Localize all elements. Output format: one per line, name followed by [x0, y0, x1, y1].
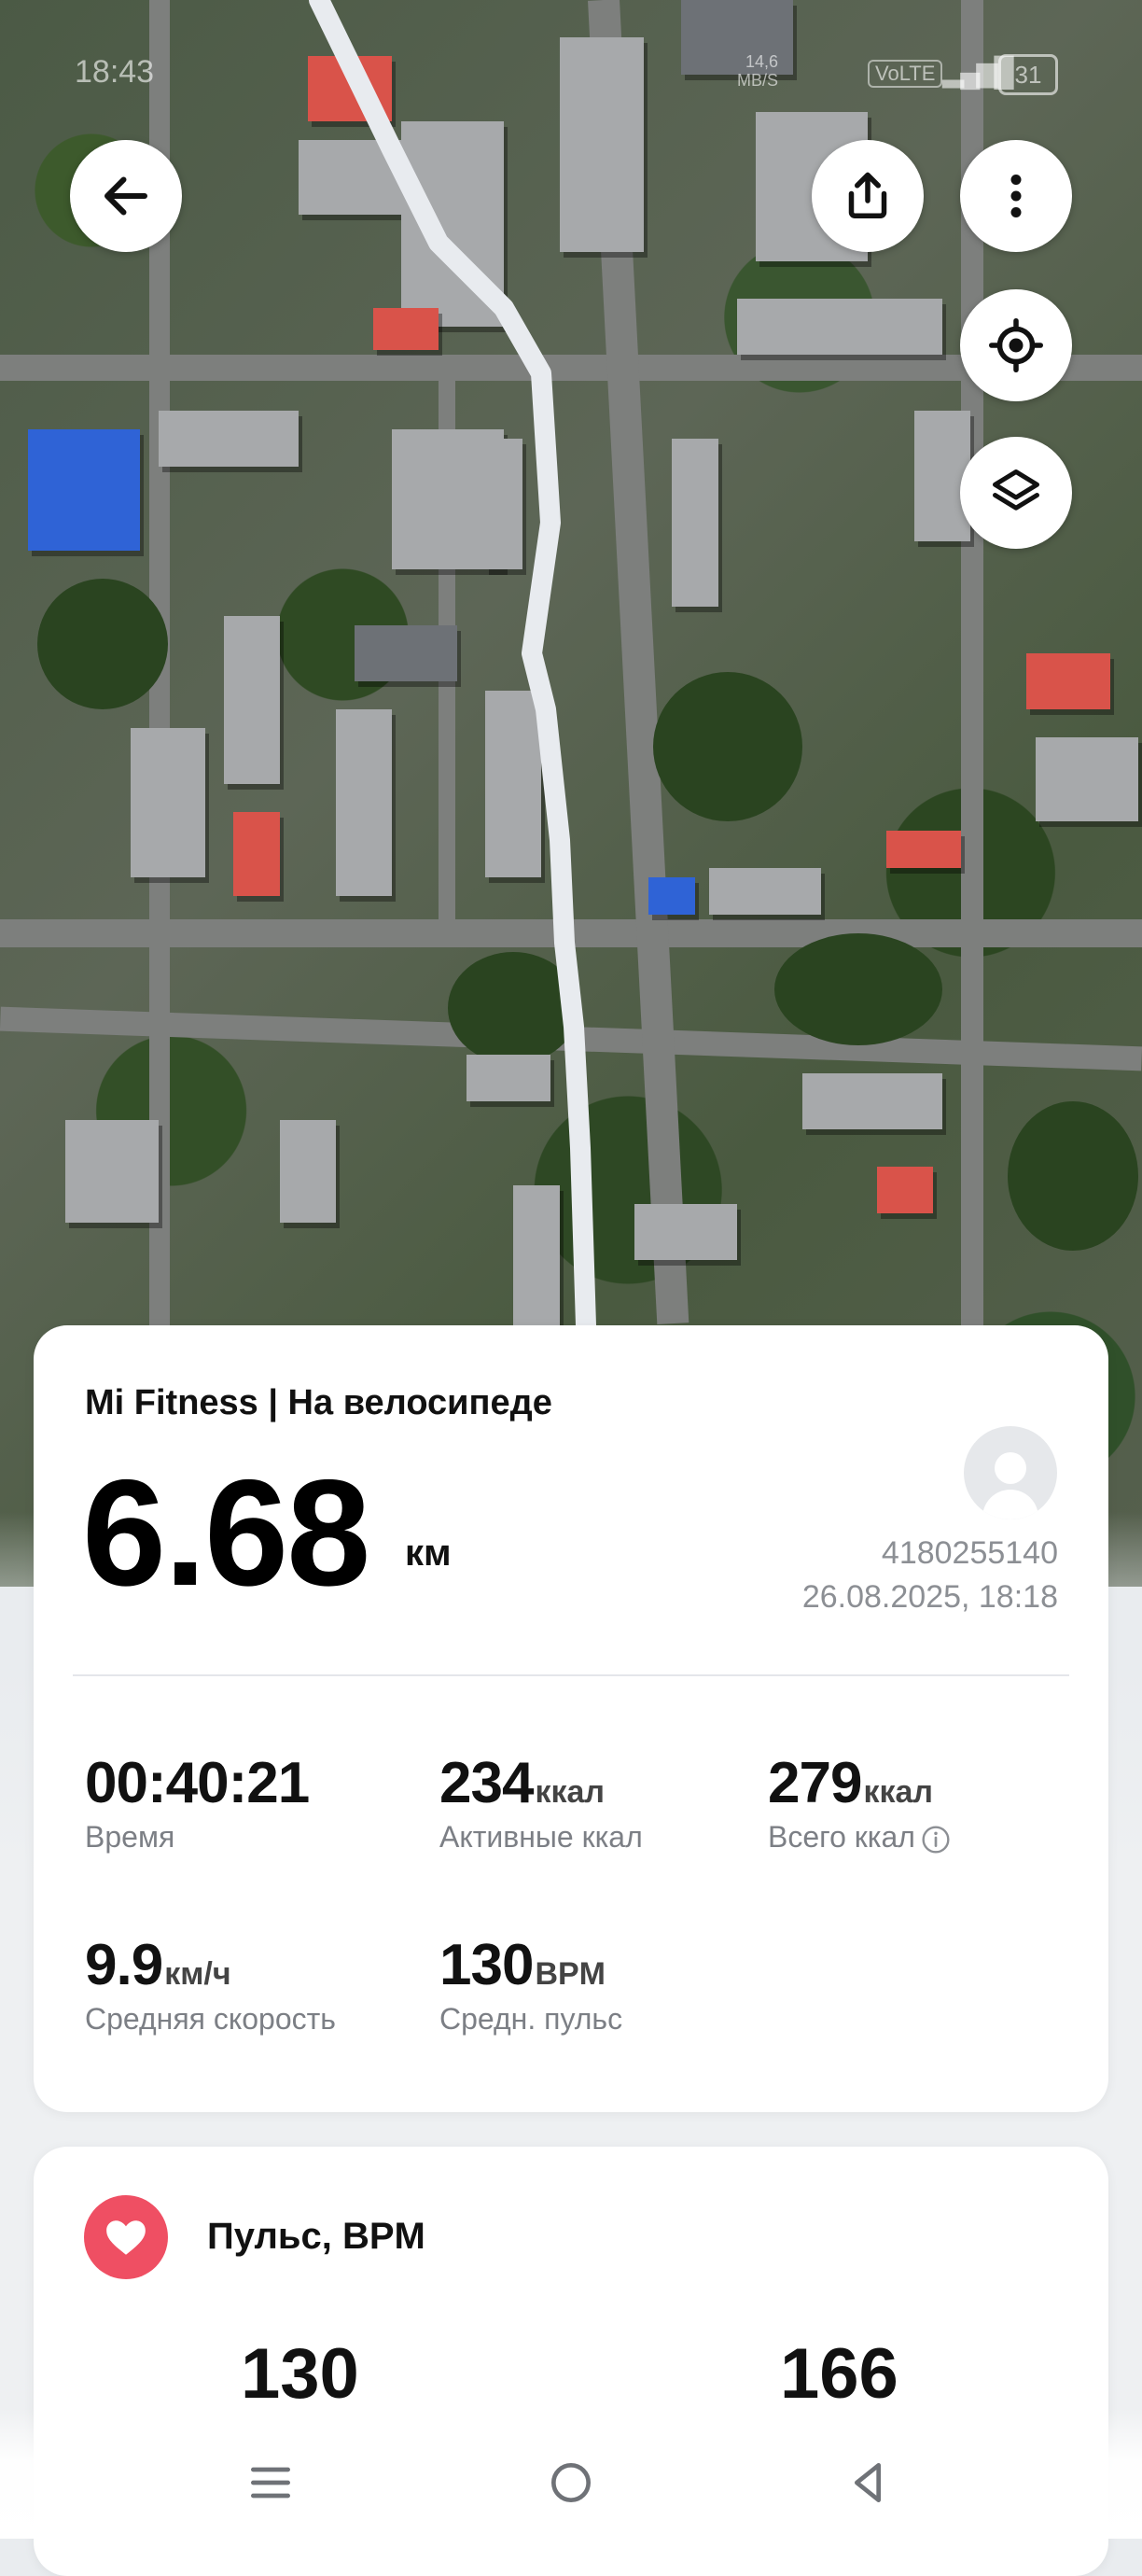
menu-icon [251, 2467, 290, 2499]
divider [73, 1674, 1069, 1676]
distance-value: 6.68 [82, 1449, 370, 1617]
stat-unit: ккал [863, 1774, 933, 1810]
share-button[interactable] [812, 140, 924, 252]
stat-label: Средняя скорость [85, 2002, 336, 2036]
heart-icon [106, 2220, 146, 2255]
workout-datetime: 26.08.2025, 18:18 [801, 1579, 1058, 1615]
user-id: 4180255140 [881, 1535, 1058, 1571]
stat-unit: км/ч [164, 1956, 231, 1992]
nav-menu-button[interactable] [233, 2445, 308, 2520]
avatar-head [995, 1452, 1026, 1484]
stat-label: Активные ккал [439, 1820, 643, 1854]
workout-title: Mi Fitness | На велосипеде [85, 1383, 552, 1422]
system-nav-bar [0, 2408, 1142, 2539]
stat-label: Время [85, 1820, 175, 1854]
pulse-avg-value: 130 [241, 2334, 359, 2414]
stat-label: Средн. пульс [439, 2002, 623, 2036]
distance-unit: км [405, 1533, 452, 1574]
status-time: 18:43 [75, 54, 155, 90]
more-vertical-icon [1010, 175, 1022, 217]
home-circle-icon [551, 2463, 591, 2502]
stat-value: 279 [768, 1751, 862, 1815]
status-volte: VoLTE [868, 60, 943, 88]
layers-icon [993, 469, 1039, 511]
stat-active-kcal: 234ккал Активные ккал [439, 1750, 643, 1855]
battery-icon: 31 [998, 54, 1058, 95]
share-icon [848, 172, 887, 218]
avatar-body [982, 1490, 1038, 1519]
stat-value: 130 [439, 1933, 534, 1997]
back-triangle-icon [855, 2463, 881, 2502]
pulse-max-value: 166 [780, 2334, 898, 2414]
pulse-title: Пульс, BPM [207, 2216, 425, 2257]
info-icon[interactable] [921, 1825, 951, 1855]
nav-back-button[interactable] [830, 2445, 905, 2520]
stat-time: 00:40:21 Время [85, 1750, 310, 1855]
stat-unit: ккал [535, 1774, 605, 1810]
stat-value: 9.9 [85, 1933, 163, 1997]
nav-home-button[interactable] [534, 2445, 608, 2520]
status-bar: 18:43 14,6 MB/S VoLTE ▂▄▆█ 31 [0, 47, 1142, 103]
status-net-speed: 14,6 MB/S [737, 52, 779, 90]
stat-unit: BPM [535, 1956, 606, 1992]
more-options-button[interactable] [960, 140, 1072, 252]
stat-label: Всего ккал [768, 1820, 915, 1854]
stat-avg-speed: 9.9км/ч Средняя скорость [85, 1932, 336, 2037]
back-button[interactable] [70, 140, 182, 252]
map-layers-button[interactable] [960, 437, 1072, 549]
stat-label-row: Всего ккал [768, 1820, 951, 1855]
stat-value: 00:40:21 [85, 1751, 310, 1815]
avatar[interactable] [964, 1426, 1057, 1519]
locate-button[interactable] [960, 289, 1072, 401]
stat-total-kcal: 279ккал Всего ккал [768, 1750, 951, 1855]
stat-value: 234 [439, 1751, 534, 1815]
heart-badge [84, 2195, 168, 2279]
workout-summary-card: Mi Fitness | На велосипеде 6.68 км 41802… [34, 1325, 1108, 2112]
arrow-left-icon [104, 176, 147, 216]
stat-avg-pulse: 130BPM Средн. пульс [439, 1932, 622, 2037]
locate-target-icon [989, 318, 1043, 372]
